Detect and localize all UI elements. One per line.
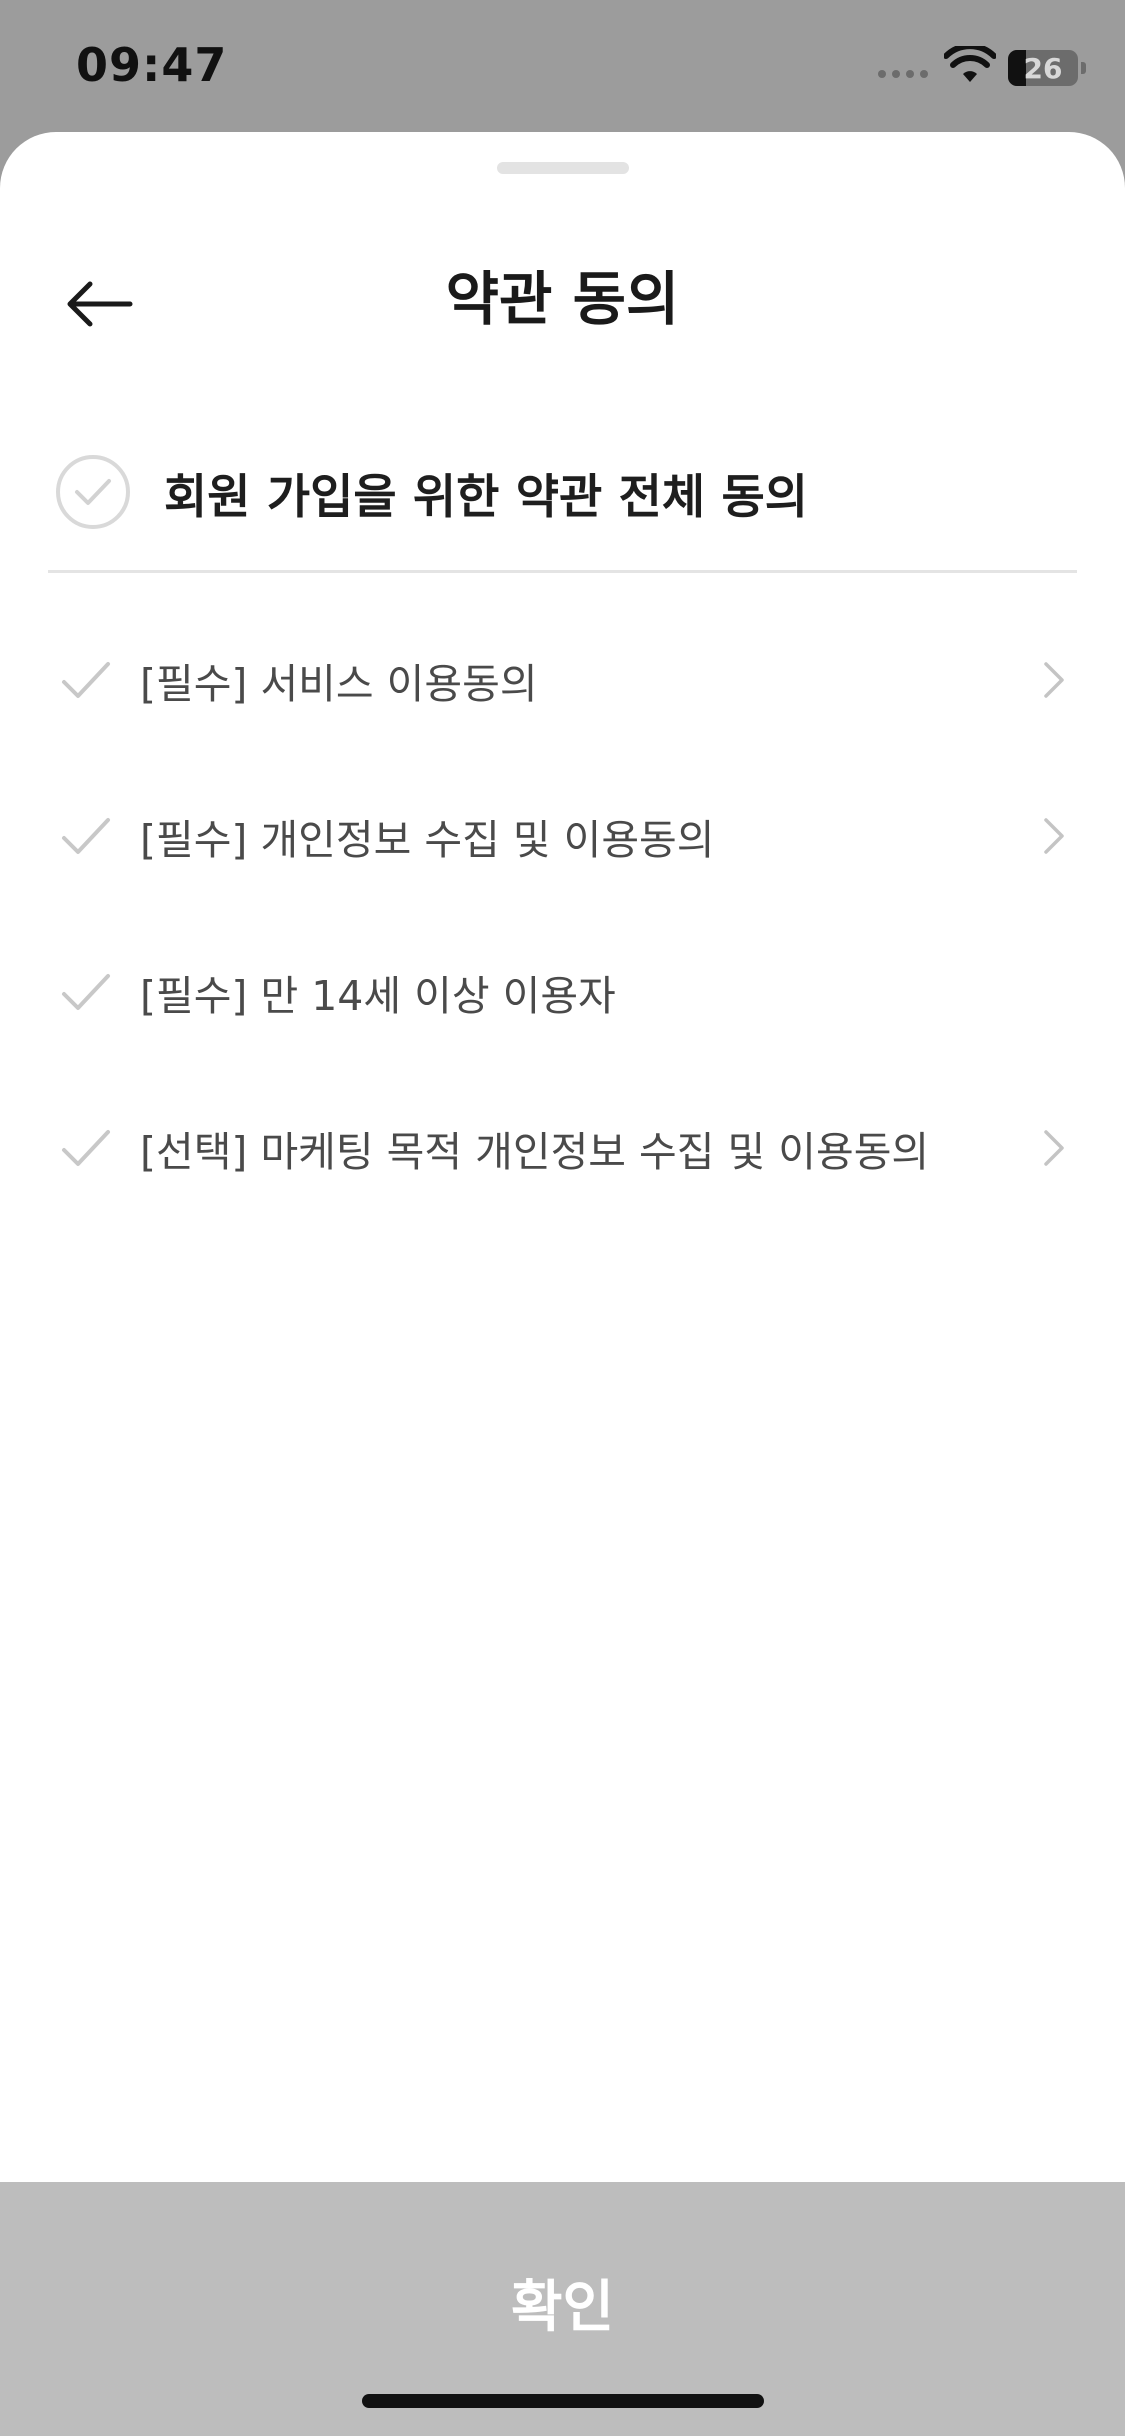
term-item-age[interactable]: [필수] 만 14세 이상 이용자: [0, 914, 1125, 1070]
term-item-service[interactable]: [필수] 서비스 이용동의: [0, 602, 1125, 758]
battery-icon: 26: [1008, 50, 1078, 86]
chevron-right-icon[interactable]: [1040, 816, 1068, 856]
term-label: [필수] 만 14세 이상 이용자: [140, 972, 616, 1020]
agree-all-checkbox[interactable]: [56, 455, 130, 529]
page-title: 약관 동의: [445, 265, 680, 333]
check-icon[interactable]: [60, 812, 112, 860]
confirm-label: 확인: [510, 2275, 615, 2340]
wifi-icon: [944, 46, 996, 82]
chevron-right-icon[interactable]: [1040, 1128, 1068, 1168]
battery-cap: [1081, 62, 1086, 74]
status-bar: 09:47 26: [0, 0, 1125, 132]
check-icon[interactable]: [60, 1124, 112, 1172]
check-icon[interactable]: [60, 656, 112, 704]
terms-list: [필수] 서비스 이용동의 [필수] 개인정보 수집 및 이용동의 [필수] 만…: [0, 602, 1125, 1226]
divider: [48, 570, 1077, 573]
agree-all-label: 회원 가입을 위한 약관 전체 동의: [164, 469, 808, 525]
agree-all-row[interactable]: 회원 가입을 위한 약관 전체 동의: [56, 444, 1076, 540]
check-icon[interactable]: [60, 968, 112, 1016]
check-icon: [75, 479, 111, 505]
term-item-privacy[interactable]: [필수] 개인정보 수집 및 이용동의: [0, 758, 1125, 914]
term-label: [필수] 서비스 이용동의: [140, 660, 538, 708]
term-label: [필수] 개인정보 수집 및 이용동의: [140, 816, 715, 864]
sheet-grabber[interactable]: [497, 162, 629, 174]
home-indicator: [362, 2394, 764, 2408]
terms-sheet: 약관 동의 회원 가입을 위한 약관 전체 동의 [필수] 서비스 이용동의 […: [0, 132, 1125, 2436]
cellular-signal-icon: [878, 70, 928, 78]
term-label: [선택] 마케팅 목적 개인정보 수집 및 이용동의: [140, 1128, 930, 1176]
term-item-marketing[interactable]: [선택] 마케팅 목적 개인정보 수집 및 이용동의: [0, 1070, 1125, 1226]
battery-level: 26: [1023, 51, 1063, 85]
chevron-right-icon[interactable]: [1040, 660, 1068, 700]
status-time: 09:47: [76, 38, 228, 92]
